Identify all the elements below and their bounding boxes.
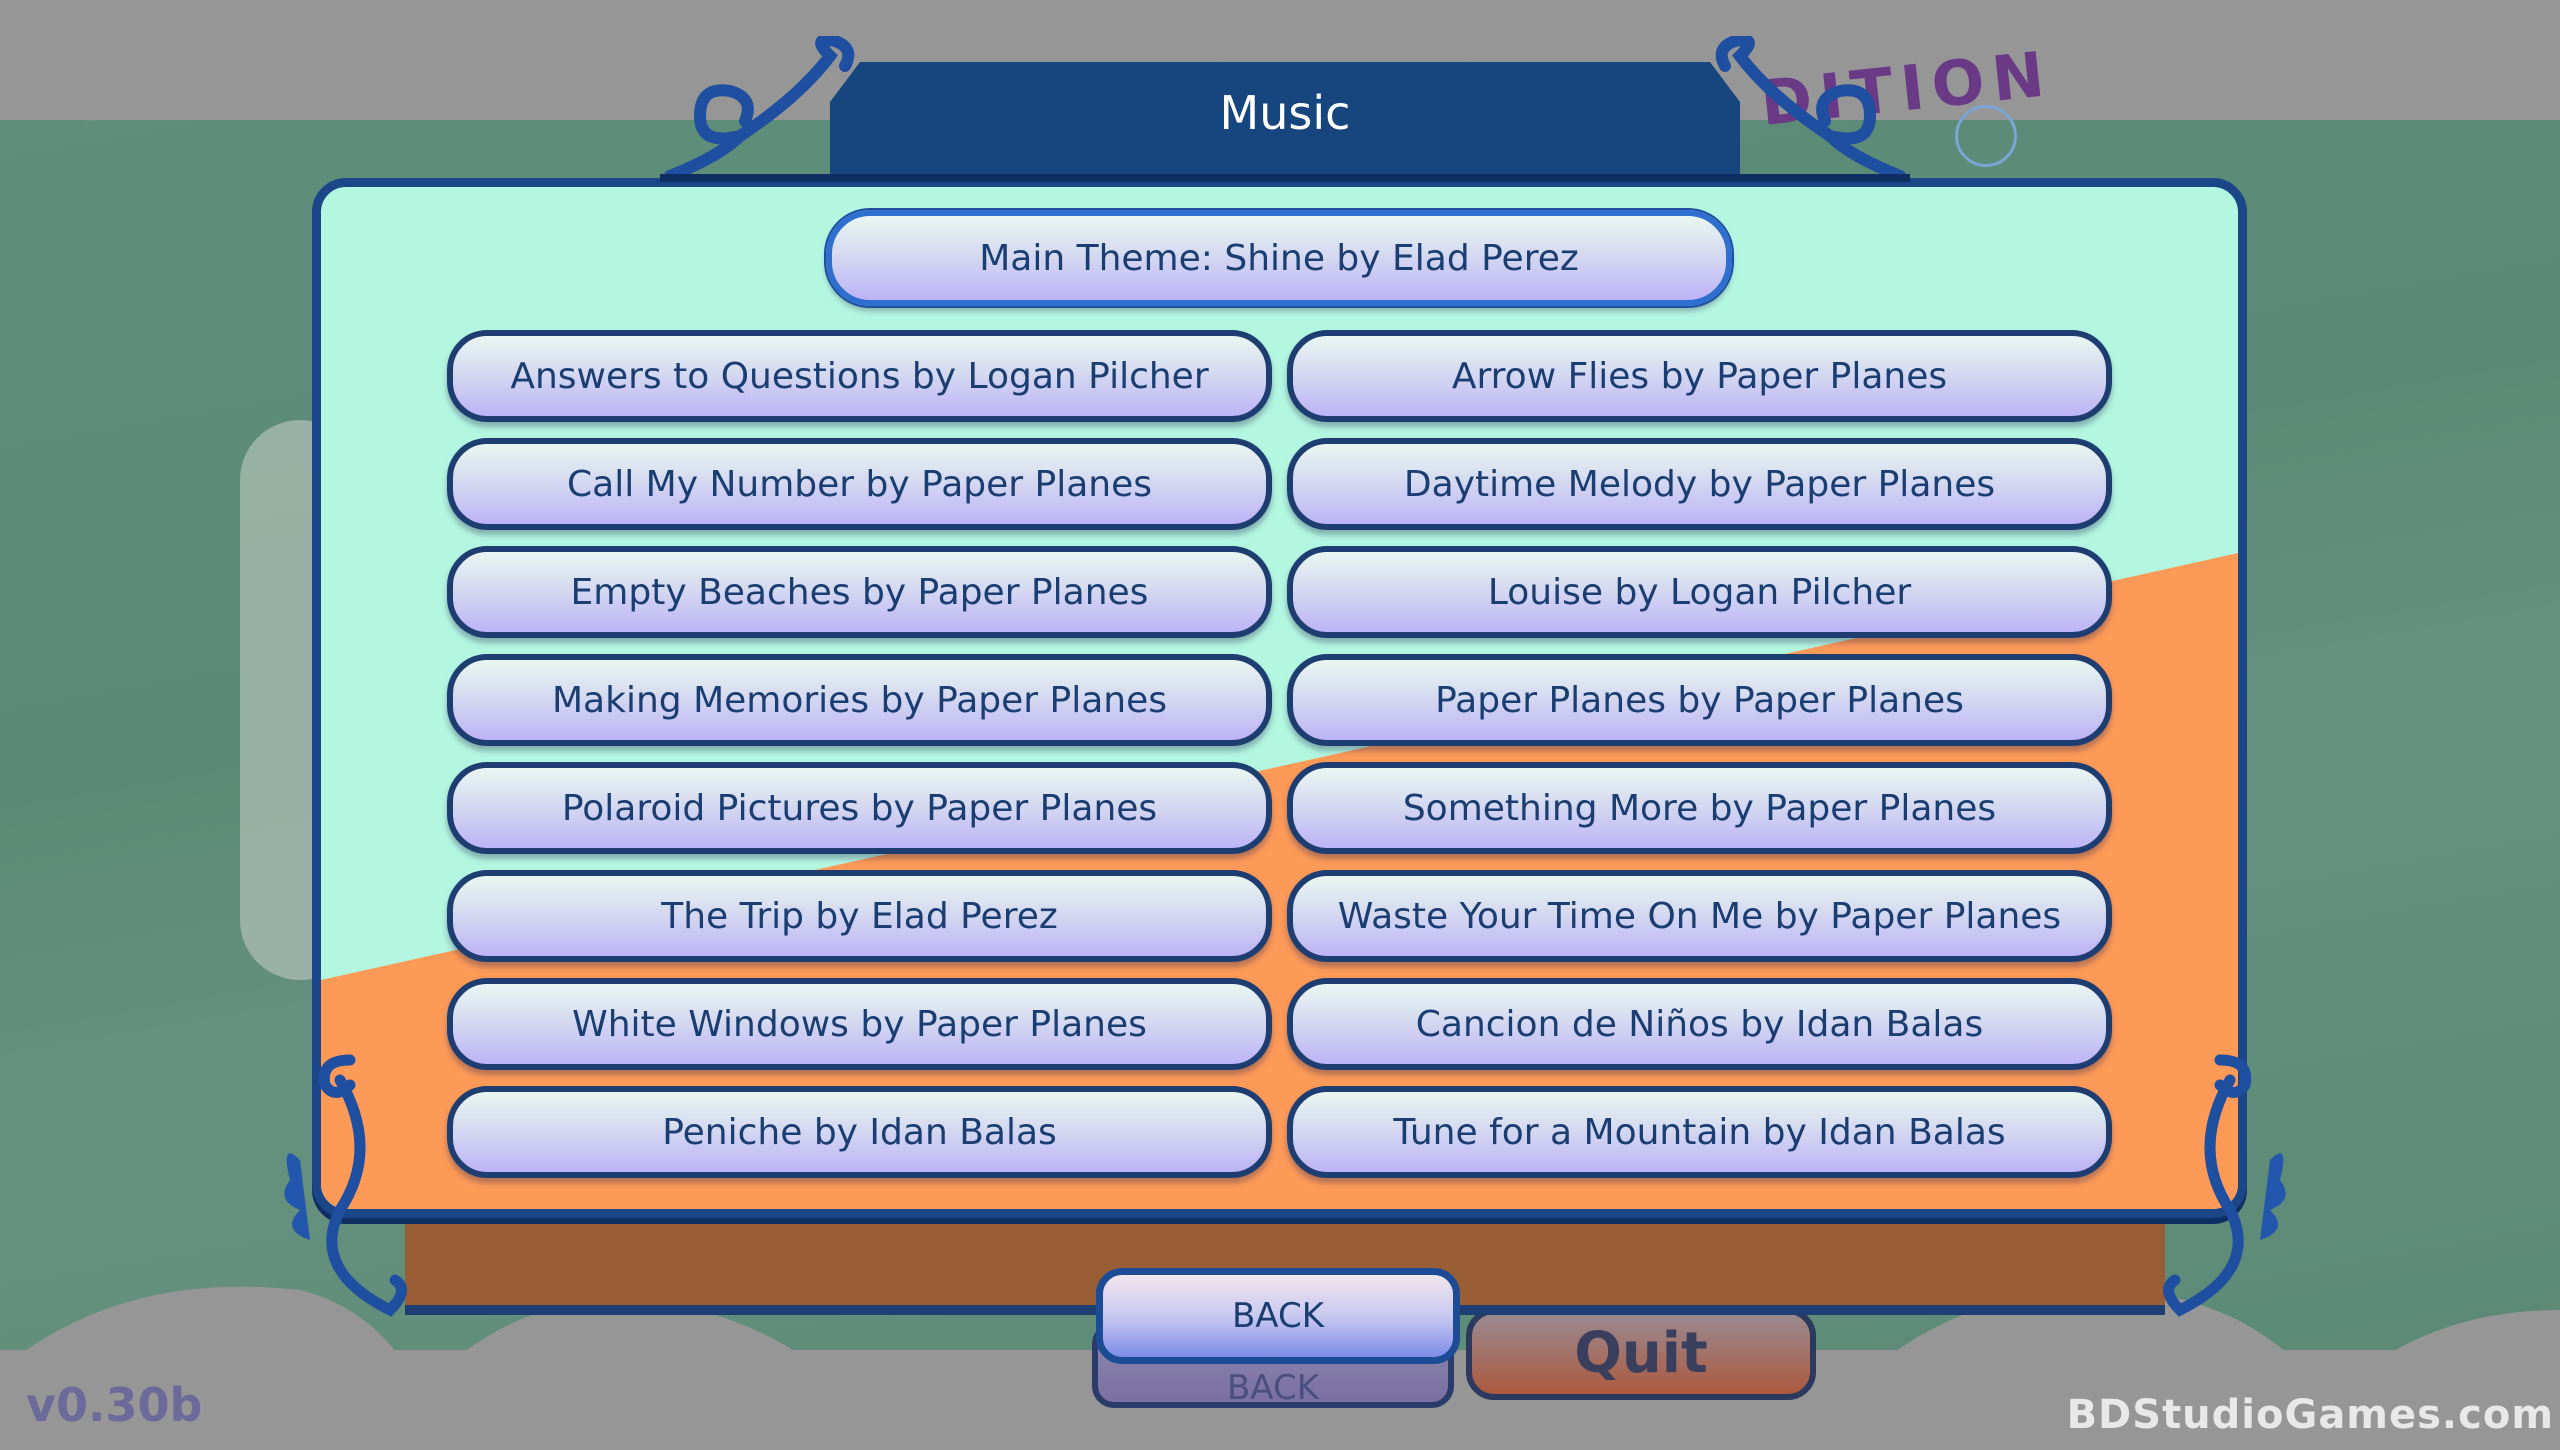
track-button[interactable]: Making Memories by Paper Planes <box>447 654 1272 746</box>
corner-ornament-icon <box>284 1054 407 1317</box>
track-button[interactable]: Tune for a Mountain by Idan Balas <box>1287 1086 2112 1178</box>
track-button[interactable]: Cancion de Niños by Idan Balas <box>1287 978 2112 1070</box>
track-button[interactable]: Paper Planes by Paper Planes <box>1287 654 2112 746</box>
track-button[interactable]: Daytime Melody by Paper Planes <box>1287 438 2112 530</box>
dialog-title: Music <box>1219 86 1351 140</box>
track-button[interactable]: Empty Beaches by Paper Planes <box>447 546 1272 638</box>
track-button[interactable]: White Windows by Paper Planes <box>447 978 1272 1070</box>
watermark: BDStudioGames.com <box>2066 1392 2554 1438</box>
background-quit-button: Quit <box>1466 1308 1816 1400</box>
track-button[interactable]: Arrow Flies by Paper Planes <box>1287 330 2112 422</box>
version-label: v0.30b <box>26 1378 203 1432</box>
track-button[interactable]: Something More by Paper Planes <box>1287 762 2112 854</box>
track-button[interactable]: Waste Your Time On Me by Paper Planes <box>1287 870 2112 962</box>
track-button[interactable]: Peniche by Idan Balas <box>447 1086 1272 1178</box>
track-button[interactable]: Louise by Logan Pilcher <box>1287 546 2112 638</box>
corner-ornament-icon <box>2163 1054 2286 1317</box>
track-button[interactable]: Polaroid Pictures by Paper Planes <box>447 762 1272 854</box>
track-button[interactable]: Answers to Questions by Logan Pilcher <box>447 330 1272 422</box>
scroll-ornament-icon <box>1710 36 1910 182</box>
back-button[interactable]: BACK <box>1096 1268 1460 1364</box>
game-logo-emblem <box>1955 105 2017 167</box>
track-button[interactable]: Call My Number by Paper Planes <box>447 438 1272 530</box>
track-button[interactable]: The Trip by Elad Perez <box>447 870 1272 962</box>
track-button-main-theme[interactable]: Main Theme: Shine by Elad Perez <box>826 210 1732 306</box>
